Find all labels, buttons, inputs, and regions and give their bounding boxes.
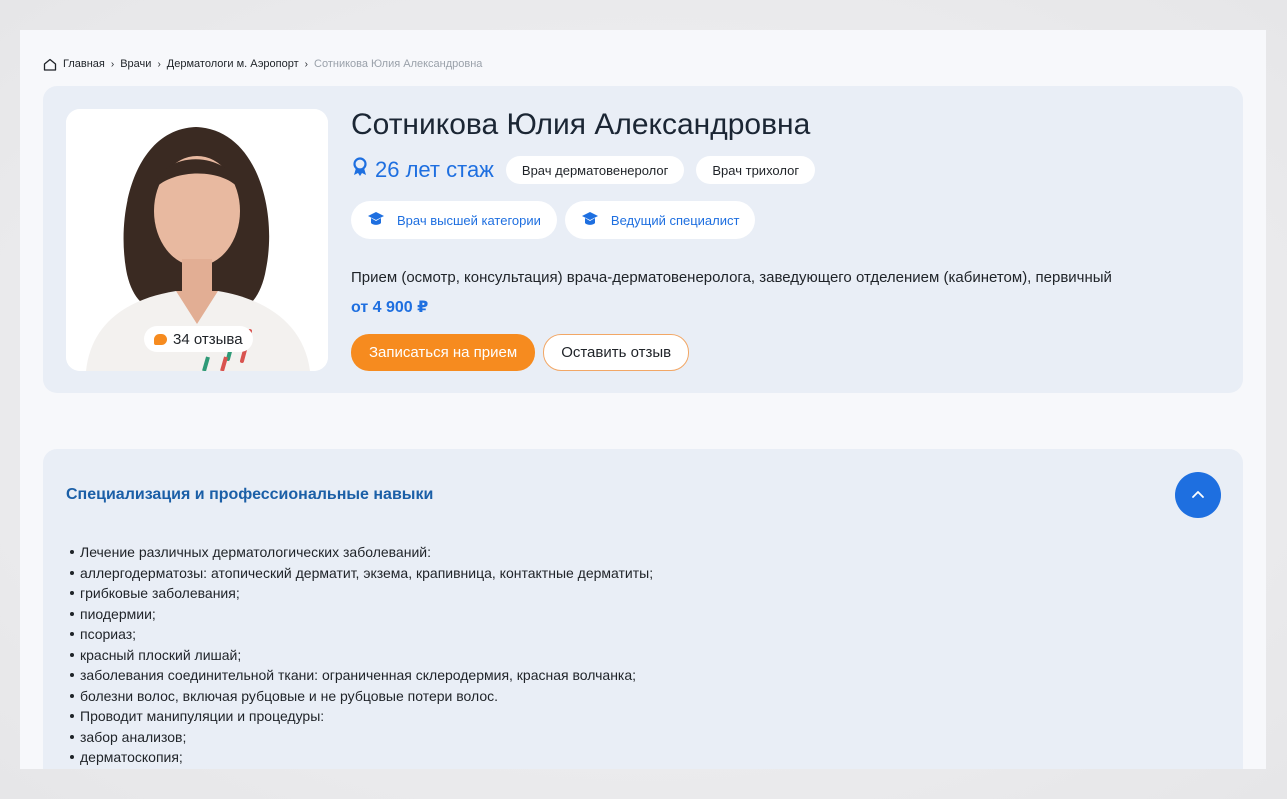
list-item: грибковые заболевания; — [70, 583, 653, 604]
skills-panel: Специализация и профессиональные навыки … — [43, 449, 1243, 769]
chat-bubble-icon — [154, 333, 167, 345]
doctor-name: Сотникова Юлия Александровна — [351, 108, 811, 141]
page: Главная › Врачи › Дерматологи м. Аэропор… — [20, 30, 1266, 769]
chevron-right-icon: › — [110, 58, 115, 70]
list-item: дерматоскопия; — [70, 747, 653, 768]
graduation-cap-icon — [581, 211, 599, 230]
experience-text: 26 лет стаж — [375, 157, 494, 182]
breadcrumb-link-home[interactable]: Главная — [63, 58, 105, 70]
chevron-right-icon: › — [304, 58, 309, 70]
chevron-up-icon — [1191, 486, 1205, 504]
reviews-badge[interactable]: 34 отзыва — [144, 326, 253, 352]
category-leading: Ведущий специалист — [564, 201, 756, 239]
list-item: заболевания соединительной ткани: ограни… — [70, 665, 653, 686]
category-label: Врач высшей категории — [397, 212, 541, 228]
breadcrumb-link-doctors[interactable]: Врачи — [120, 58, 151, 70]
list-item: красный плоский лишай; — [70, 645, 653, 666]
list-item: Лечение различных дерматологических забо… — [70, 542, 653, 563]
breadcrumb-link-dermatologists[interactable]: Дерматологи м. Аэропорт — [167, 58, 299, 70]
list-item: аллергодерматозы: атопический дерматит, … — [70, 563, 653, 584]
breadcrumb-current: Сотникова Юлия Александровна — [314, 58, 483, 70]
book-appointment-button[interactable]: Записаться на прием — [351, 334, 536, 371]
category-label: Ведущий специалист — [610, 212, 740, 228]
leave-review-button[interactable]: Оставить отзыв — [543, 334, 690, 371]
experience: 26 лет стаж — [351, 157, 494, 183]
category-highest: Врач высшей категории — [351, 201, 557, 239]
specialty-tag-dermatovenereologist[interactable]: Врач дерматовенеролог — [505, 156, 685, 184]
action-buttons: Записаться на прием Оставить отзыв — [351, 334, 690, 371]
graduation-cap-icon — [367, 211, 385, 230]
list-item: пиодермии; — [70, 604, 653, 625]
list-item: Проводит манипуляции и процедуры: — [70, 706, 653, 727]
doctor-photo: 34 отзыва — [66, 109, 328, 371]
reviews-count: 34 отзыва — [173, 330, 243, 348]
list-item: псориаз; — [70, 624, 653, 645]
service-description: Прием (осмотр, консультация) врача-дерма… — [351, 269, 1112, 286]
chevron-right-icon: › — [157, 58, 161, 70]
skills-list: Лечение различных дерматологических забо… — [70, 542, 653, 768]
doctor-card: 34 отзыва Сотникова Юлия Александровна 2… — [43, 86, 1243, 393]
home-icon[interactable] — [43, 58, 57, 71]
skills-title[interactable]: Специализация и профессиональные навыки — [66, 486, 433, 504]
list-item: болезни волос, включая рубцовые и не руб… — [70, 686, 653, 707]
experience-row: 26 лет стаж Врач дерматовенеролог Врач т… — [351, 156, 816, 184]
breadcrumb: Главная › Врачи › Дерматологи м. Аэропор… — [43, 56, 482, 72]
service-price: от 4 900 ₽ — [351, 299, 429, 316]
award-icon — [351, 157, 369, 183]
category-row: Врач высшей категории Ведущий специалист — [351, 201, 756, 239]
list-item: забор анализов; — [70, 727, 653, 748]
specialty-tag-trichologist[interactable]: Врач трихолог — [696, 156, 816, 184]
collapse-button[interactable] — [1175, 472, 1221, 518]
